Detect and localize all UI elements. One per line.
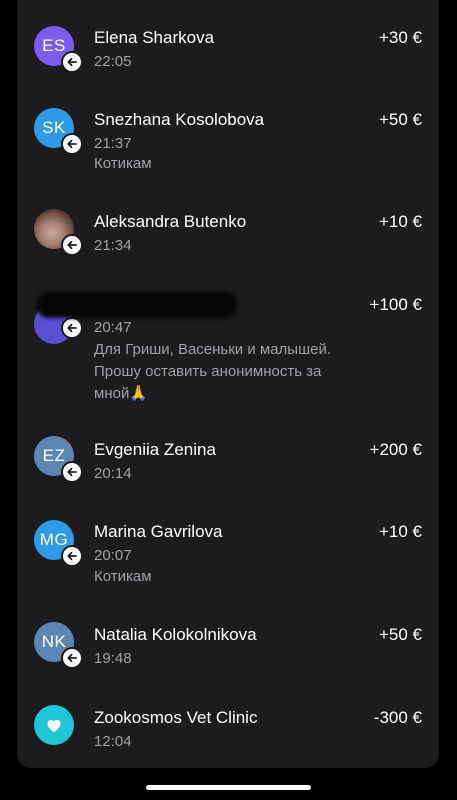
incoming-arrow-icon bbox=[61, 461, 83, 483]
sender-name: Aleksandra Butenko bbox=[94, 212, 247, 231]
transaction-amount: +50 € bbox=[378, 110, 422, 129]
transaction-time: 22:05 bbox=[94, 53, 132, 70]
transaction-amount: -300 € bbox=[373, 708, 422, 727]
transaction-amount: +200 € bbox=[369, 440, 422, 459]
transaction-amount: +10 € bbox=[378, 522, 422, 541]
incoming-arrow-icon bbox=[61, 133, 83, 155]
transaction-row[interactable]: Zookosmos Vet Clinic 12:04 -300 € bbox=[17, 690, 439, 768]
transaction-row[interactable]: MG Marina Gavrilova 20:07 Котикам +10 € bbox=[17, 504, 439, 604]
transaction-amount: +100 € bbox=[369, 295, 422, 314]
transaction-amount: +50 € bbox=[378, 625, 422, 644]
transaction-time: 12:04 bbox=[94, 733, 132, 750]
transaction-time: 20:47 bbox=[94, 319, 132, 336]
transaction-amount: +30 € bbox=[378, 28, 422, 47]
incoming-arrow-icon bbox=[61, 545, 83, 567]
transaction-row[interactable]: ES Elena Sharkova 22:05 +30 € bbox=[17, 0, 439, 96]
incoming-arrow-icon bbox=[61, 647, 83, 669]
transaction-row[interactable]: EZ Evgeniia Zenina 20:14 +200 € bbox=[17, 422, 439, 504]
transactions-card: ES Elena Sharkova 22:05 +30 € SK Snezhan… bbox=[17, 0, 439, 768]
transaction-row[interactable]: NK Natalia Kolokolnikova 19:48 +50 € bbox=[17, 604, 439, 690]
transaction-time: 19:48 bbox=[94, 650, 132, 667]
transaction-row[interactable]: 20:47 Для Гриши, Васеньки и малышей. Про… bbox=[17, 282, 439, 422]
incoming-arrow-icon bbox=[61, 234, 83, 256]
transaction-time: 21:34 bbox=[94, 237, 132, 254]
transaction-note: Котикам bbox=[94, 568, 152, 585]
incoming-arrow-icon bbox=[61, 317, 83, 339]
transaction-time: 20:14 bbox=[94, 465, 132, 482]
transaction-time: 20:07 bbox=[94, 547, 132, 564]
sender-name: Evgeniia Zenina bbox=[94, 440, 216, 459]
sender-name: Elena Sharkova bbox=[94, 28, 215, 47]
recipient-name: Zookosmos Vet Clinic bbox=[94, 708, 258, 727]
sender-name: Natalia Kolokolnikova bbox=[94, 625, 257, 644]
transaction-row[interactable]: Aleksandra Butenko 21:34 +10 € bbox=[17, 196, 439, 282]
transaction-amount: +10 € bbox=[378, 212, 422, 231]
transaction-note: Для Гриши, Васеньки и малышей. Прошу ост… bbox=[94, 341, 332, 402]
redacted-name bbox=[37, 292, 237, 318]
transaction-row[interactable]: SK Snezhana Kosolobova 21:37 Котикам +50… bbox=[17, 96, 439, 196]
home-indicator[interactable] bbox=[146, 785, 311, 790]
transaction-time: 21:37 bbox=[94, 135, 132, 152]
heart-icon bbox=[34, 705, 74, 745]
sender-name: Marina Gavrilova bbox=[94, 522, 223, 541]
transaction-note: Котикам bbox=[94, 155, 152, 172]
incoming-arrow-icon bbox=[61, 51, 83, 73]
sender-name: Snezhana Kosolobova bbox=[94, 110, 265, 129]
